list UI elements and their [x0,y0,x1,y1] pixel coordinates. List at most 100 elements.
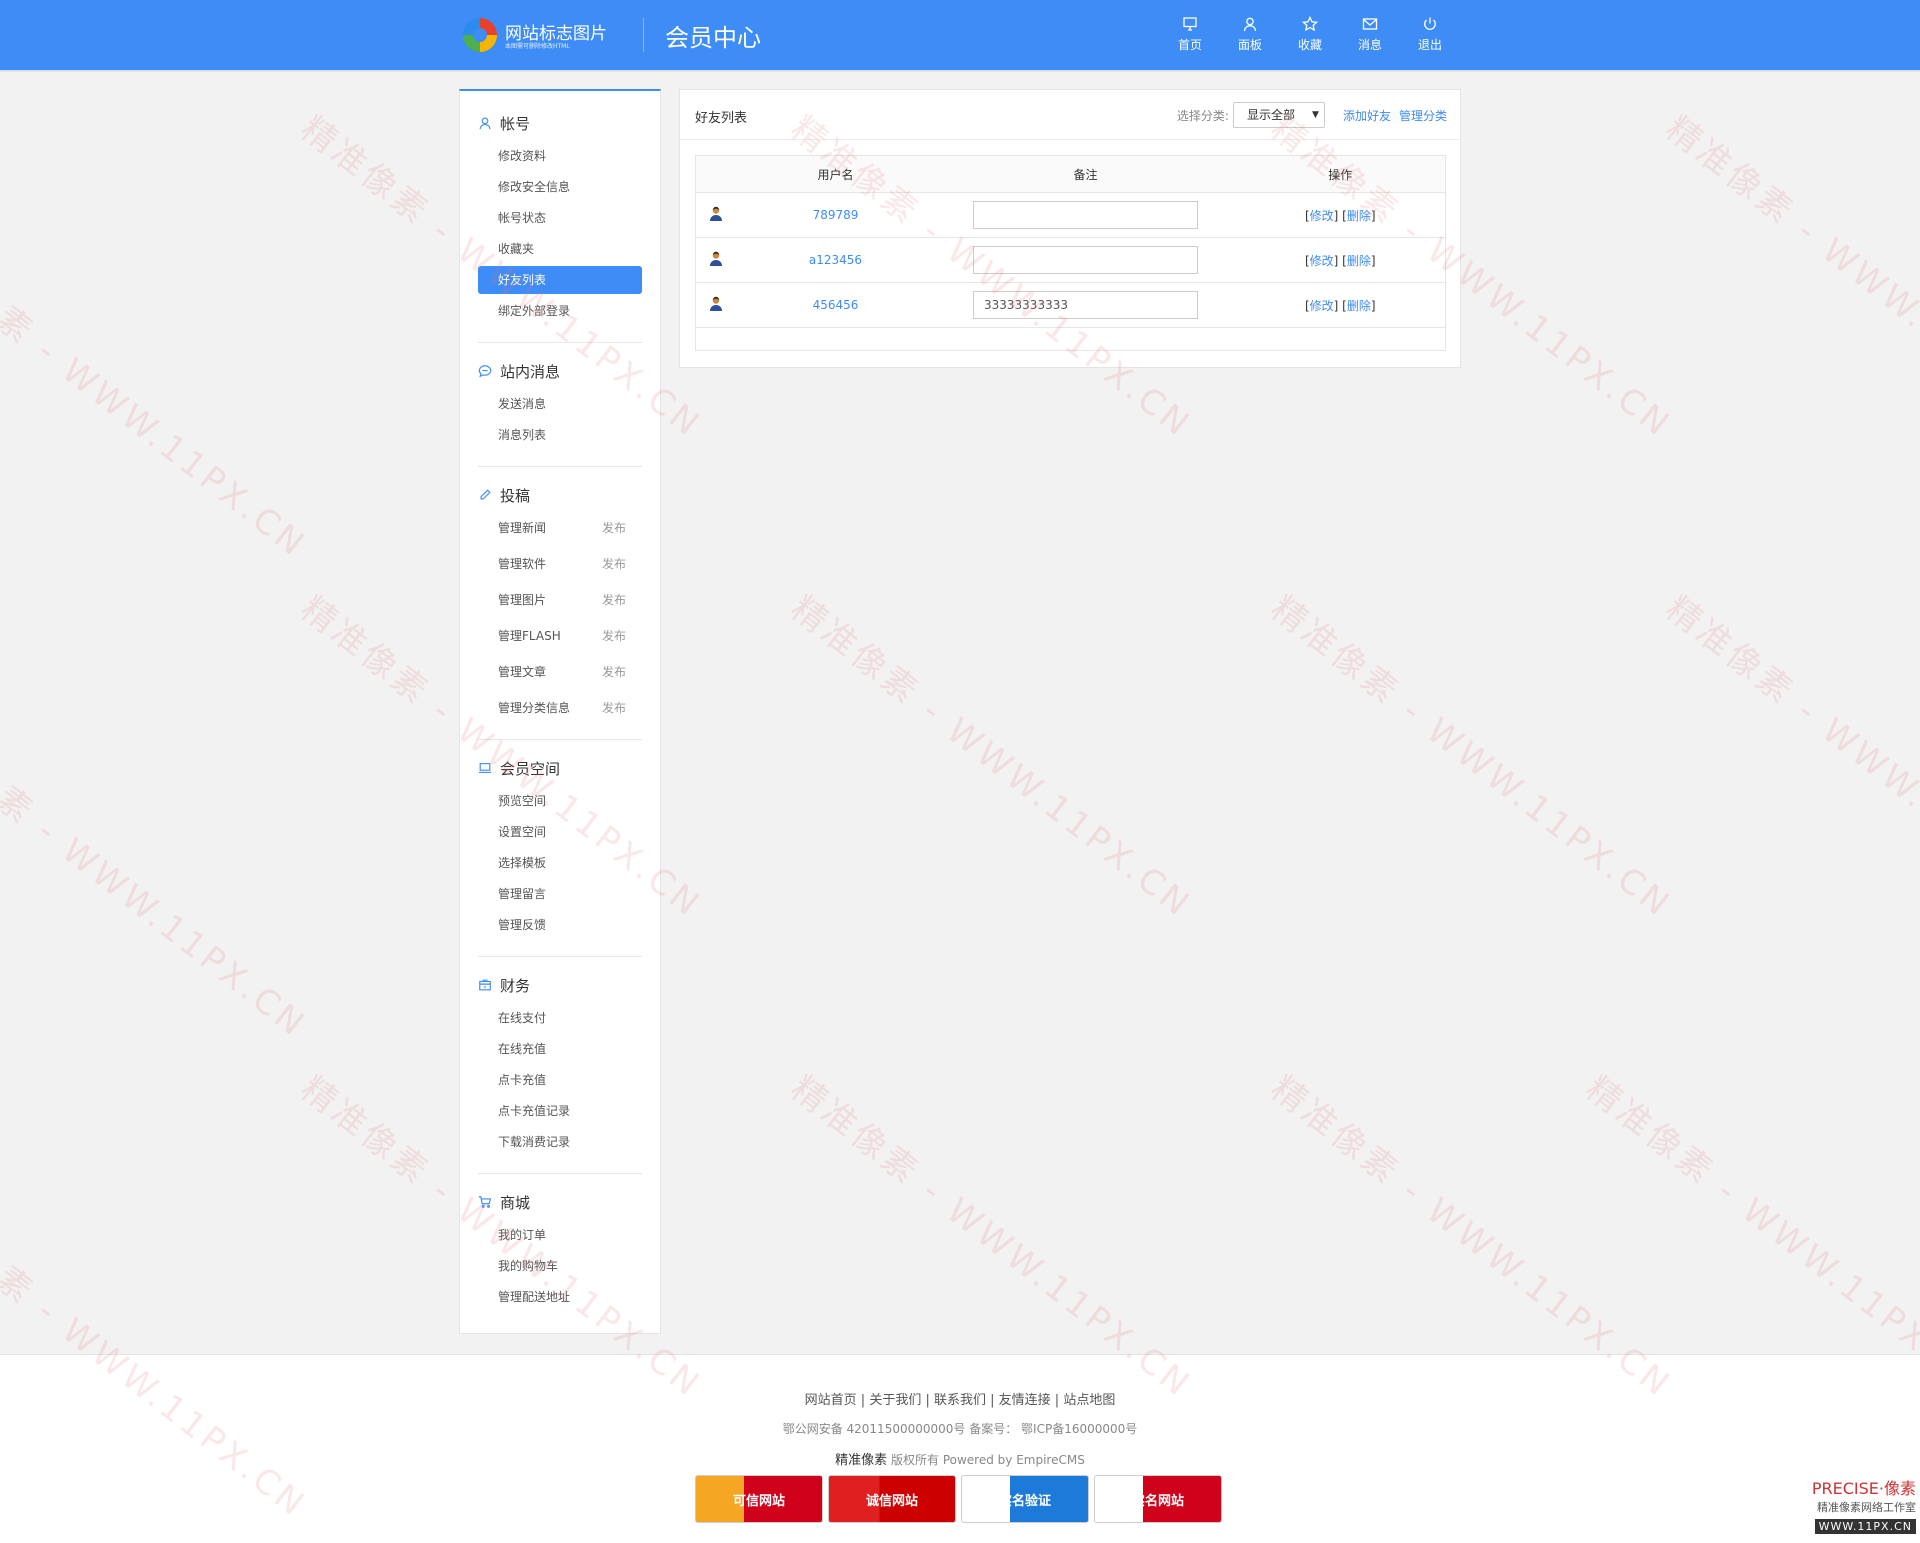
sidebar-item-external-login[interactable]: 绑定外部登录 [478,297,642,325]
sidebar: 帐号 修改资料 修改安全信息 帐号状态 收藏夹 好友列表 绑定外部登录 站内消息… [459,89,661,1334]
badge-honest-site[interactable]: 诚信网站 [828,1475,956,1523]
header-divider [643,18,644,52]
laptop-icon [478,763,492,773]
footer-link-friends[interactable]: 友情连接 [999,1393,1051,1408]
publish-link[interactable]: 发布 [602,550,626,578]
publish-link[interactable]: 发布 [602,514,626,542]
sidebar-item-manage-classifieds[interactable]: 管理分类信息 发布 [478,694,642,722]
nav-favorites-label: 收藏 [1297,38,1322,52]
sidebar-item-manage-news[interactable]: 管理新闻 发布 [478,514,642,542]
sidebar-item-label: 管理文章 [498,665,547,679]
username-cell: a123456 [735,237,936,283]
footer-copyright: 精准像素 版权所有 Powered by EmpireCMS [0,1449,1920,1468]
badge-realname-site[interactable]: 实名网站 [1094,1475,1222,1523]
sidebar-item-message-list[interactable]: 消息列表 [478,421,642,449]
sidebar-item-preview-space[interactable]: 预览空间 [478,787,642,815]
manage-category-link[interactable]: 管理分类 [1399,107,1447,124]
wallet-icon [479,979,491,991]
sidebar-item-label: 管理FLASH [498,629,561,643]
sidebar-item-manage-flash[interactable]: 管理FLASH 发布 [478,622,642,650]
username-link[interactable]: 456456 [813,298,859,312]
footer-link-home[interactable]: 网站首页 [805,1393,857,1408]
sidebar-item-favorites[interactable]: 收藏夹 [478,235,642,263]
remark-input[interactable] [973,246,1198,274]
sidebar-group-space: 会员空间 预览空间 设置空间 选择模板 管理留言 管理反馈 [478,756,642,957]
sidebar-item-friends[interactable]: 好友列表 [478,266,642,294]
sidebar-item-edit-profile[interactable]: 修改资料 [478,142,642,170]
nav-logout[interactable]: 退出 [1400,16,1460,56]
category-select[interactable]: 显示全部 [1232,102,1325,128]
sidebar-divider [478,342,642,343]
sidebar-item-send-message[interactable]: 发送消息 [478,390,642,418]
sidebar-item-manage-images[interactable]: 管理图片 发布 [478,586,642,614]
column-header-actions: 操作 [1235,155,1446,193]
footer-link-about[interactable]: 关于我们 [869,1393,921,1408]
publish-link[interactable]: 发布 [602,658,626,686]
footer-link-contact[interactable]: 联系我们 [934,1393,986,1408]
panel-title: 好友列表 [695,111,748,126]
sidebar-item-label: 管理图片 [498,593,547,607]
sidebar-item-label: 管理新闻 [498,521,547,535]
sidebar-item-manage-software[interactable]: 管理软件 发布 [478,550,642,578]
sidebar-item-my-cart[interactable]: 我的购物车 [478,1252,642,1280]
publish-link[interactable]: 发布 [602,694,626,722]
sidebar-item-label: 管理软件 [498,557,547,571]
power-icon [1424,17,1436,30]
friends-panel: 好友列表 选择分类: 显示全部 添加好友 管理分类 用户名 备注 操作 7897… [679,89,1461,368]
footer-links: 网站首页 | 关于我们 | 联系我们 | 友情连接 | 站点地图 [804,1393,1116,1408]
edit-link[interactable]: 修改 [1310,299,1334,313]
sidebar-item-online-payment[interactable]: 在线支付 [478,1004,642,1032]
sidebar-item-security[interactable]: 修改安全信息 [478,173,642,201]
username-link[interactable]: 789789 [813,208,859,222]
edit-link[interactable]: 修改 [1310,209,1334,223]
sidebar-item-choose-template[interactable]: 选择模板 [478,849,642,877]
sidebar-divider [478,739,642,740]
badge-label: 实名验证 [998,1493,1051,1509]
sidebar-item-download-log[interactable]: 下载消费记录 [478,1128,642,1156]
footer: 网站首页 | 关于我们 | 联系我们 | 友情连接 | 站点地图 鄂公网安备 4… [0,1354,1920,1543]
watermark-text: 精准像素 - WWW.11PX.CN [1658,108,1920,446]
sidebar-heading-finance-label: 财务 [500,976,531,995]
nav-home[interactable]: 首页 [1160,16,1220,56]
sidebar-item-shipping-address[interactable]: 管理配送地址 [478,1283,642,1311]
delete-link[interactable]: 删除 [1347,254,1371,268]
sidebar-item-online-recharge[interactable]: 在线充值 [478,1035,642,1063]
corner-watermark: PRECISE·像素 精准像素网络工作室 WWW.11PX.CN [1796,1475,1916,1541]
sidebar-item-setup-space[interactable]: 设置空间 [478,818,642,846]
remark-input[interactable] [973,201,1198,229]
user-icon [479,117,491,130]
table-footer-row [695,327,1446,351]
sidebar-item-card-recharge-log[interactable]: 点卡充值记录 [478,1097,642,1125]
edit-link[interactable]: 修改 [1310,254,1334,268]
footer-link-sitemap[interactable]: 站点地图 [1063,1393,1115,1408]
sidebar-item-manage-articles[interactable]: 管理文章 发布 [478,658,642,686]
sidebar-heading-messages-label: 站内消息 [500,362,561,381]
sidebar-item-manage-feedback[interactable]: 管理反馈 [478,911,642,939]
badge-realname-verify[interactable]: 实名验证 [961,1475,1089,1523]
delete-link[interactable]: 删除 [1347,299,1371,313]
sidebar-group-finance: 财务 在线支付 在线充值 点卡充值 点卡充值记录 下载消费记录 [478,973,642,1174]
nav-favorites[interactable]: 收藏 [1280,16,1340,56]
username-link[interactable]: a123456 [809,253,862,267]
nav-panel[interactable]: 面板 [1220,16,1280,56]
sidebar-item-card-recharge[interactable]: 点卡充值 [478,1066,642,1094]
publish-link[interactable]: 发布 [602,586,626,614]
table-header-row: 用户名 备注 操作 [695,155,1446,193]
watermark-text: 精准像素 - WWW.11PX.CN [0,708,315,1046]
user-icon [1243,17,1257,32]
nav-panel-label: 面板 [1237,38,1262,52]
delete-link[interactable]: 删除 [1347,209,1371,223]
remark-cell [935,192,1236,238]
trust-badges: 可信网站 诚信网站 实名验证 实名网站 [695,1475,1227,1523]
sidebar-heading-submit: 投稿 [478,483,642,507]
badge-trusted-site[interactable]: 可信网站 [695,1475,823,1523]
sidebar-item-account-status[interactable]: 帐号状态 [478,204,642,232]
column-header-username: 用户名 [735,155,936,193]
sidebar-item-manage-comments[interactable]: 管理留言 [478,880,642,908]
remark-input[interactable] [973,291,1198,319]
site-logo[interactable]: 网站标志图片 本图需可删除修改HTML [463,16,623,54]
publish-link[interactable]: 发布 [602,622,626,650]
sidebar-item-my-orders[interactable]: 我的订单 [478,1221,642,1249]
add-friend-link[interactable]: 添加好友 [1343,107,1391,124]
nav-messages[interactable]: 消息 [1340,16,1400,56]
